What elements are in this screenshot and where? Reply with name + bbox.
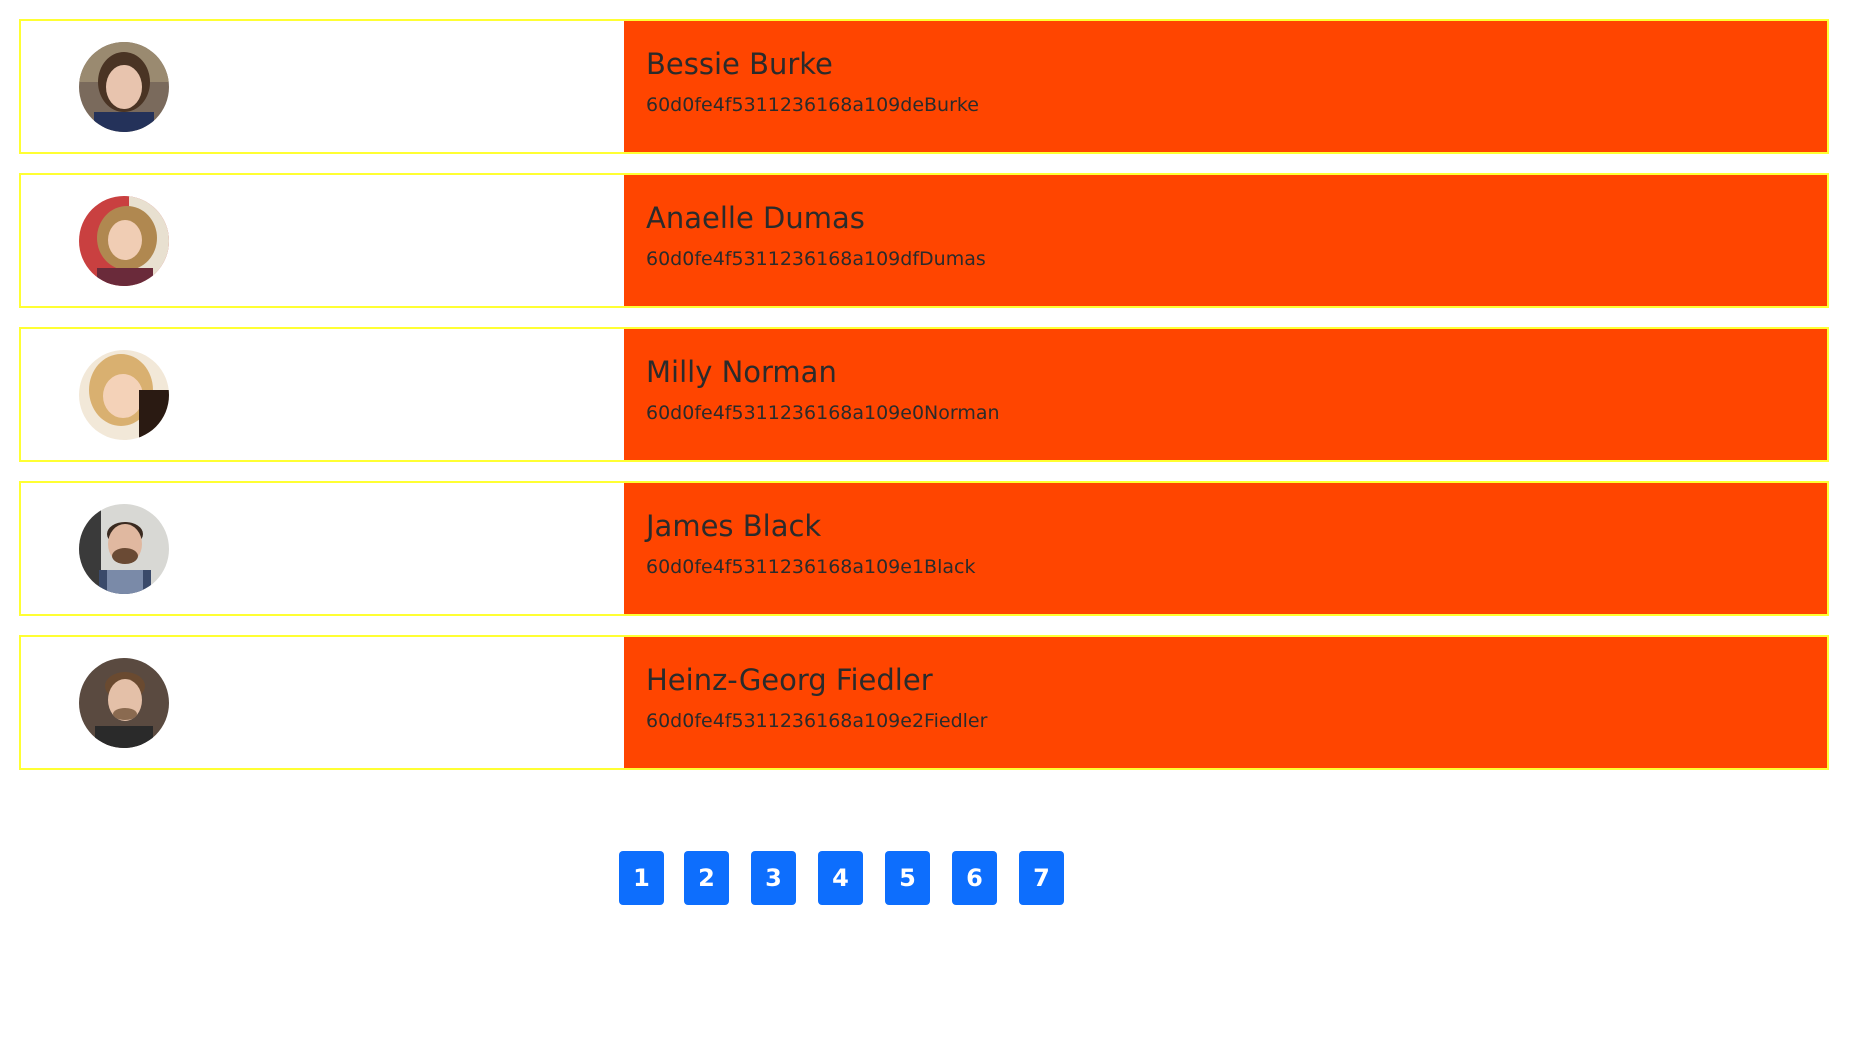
user-id: 60d0fe4f5311236168a109e1Black — [646, 556, 976, 578]
avatar-man-brown-hair-icon — [79, 658, 169, 748]
user-list-page: Bessie Burke 60d0fe4f5311236168a109deBur… — [0, 0, 1853, 1042]
user-row[interactable]: Anaelle Dumas 60d0fe4f5311236168a109dfDu… — [19, 173, 1829, 308]
user-name: Milly Norman — [646, 355, 837, 389]
user-name: Bessie Burke — [646, 47, 833, 81]
avatar-woman-curly-hair-icon — [79, 196, 169, 286]
user-info: Anaelle Dumas 60d0fe4f5311236168a109dfDu… — [624, 175, 1827, 306]
avatar — [79, 196, 169, 286]
page-button-5[interactable]: 5 — [885, 851, 930, 905]
pagination: 1 2 3 4 5 6 7 — [619, 851, 1064, 905]
user-name: Heinz-Georg Fiedler — [646, 663, 933, 697]
user-list: Bessie Burke 60d0fe4f5311236168a109deBur… — [19, 19, 1829, 789]
user-info: Heinz-Georg Fiedler 60d0fe4f5311236168a1… — [624, 637, 1827, 768]
avatar-cell — [21, 637, 624, 768]
user-name: Anaelle Dumas — [646, 201, 865, 235]
user-id: 60d0fe4f5311236168a109e2Fiedler — [646, 710, 988, 732]
avatar-cell — [21, 175, 624, 306]
user-info: James Black 60d0fe4f5311236168a109e1Blac… — [624, 483, 1827, 614]
avatar-woman-blonde-icon — [79, 350, 169, 440]
user-id: 60d0fe4f5311236168a109e0Norman — [646, 402, 1000, 424]
avatar — [79, 504, 169, 594]
user-row[interactable]: James Black 60d0fe4f5311236168a109e1Blac… — [19, 481, 1829, 616]
user-row[interactable]: Heinz-Georg Fiedler 60d0fe4f5311236168a1… — [19, 635, 1829, 770]
avatar-woman-dark-hair-icon — [79, 42, 169, 132]
user-name: James Black — [646, 509, 822, 543]
user-info: Milly Norman 60d0fe4f5311236168a109e0Nor… — [624, 329, 1827, 460]
page-button-7[interactable]: 7 — [1019, 851, 1064, 905]
avatar-man-beard-icon — [79, 504, 169, 594]
user-row[interactable]: Bessie Burke 60d0fe4f5311236168a109deBur… — [19, 19, 1829, 154]
avatar-cell — [21, 21, 624, 152]
page-button-4[interactable]: 4 — [818, 851, 863, 905]
user-info: Bessie Burke 60d0fe4f5311236168a109deBur… — [624, 21, 1827, 152]
avatar-cell — [21, 483, 624, 614]
user-id: 60d0fe4f5311236168a109deBurke — [646, 94, 979, 116]
page-button-2[interactable]: 2 — [684, 851, 729, 905]
user-id: 60d0fe4f5311236168a109dfDumas — [646, 248, 986, 270]
avatar — [79, 658, 169, 748]
avatar — [79, 42, 169, 132]
page-button-3[interactable]: 3 — [751, 851, 796, 905]
page-button-6[interactable]: 6 — [952, 851, 997, 905]
page-button-1[interactable]: 1 — [619, 851, 664, 905]
avatar — [79, 350, 169, 440]
user-row[interactable]: Milly Norman 60d0fe4f5311236168a109e0Nor… — [19, 327, 1829, 462]
avatar-cell — [21, 329, 624, 460]
